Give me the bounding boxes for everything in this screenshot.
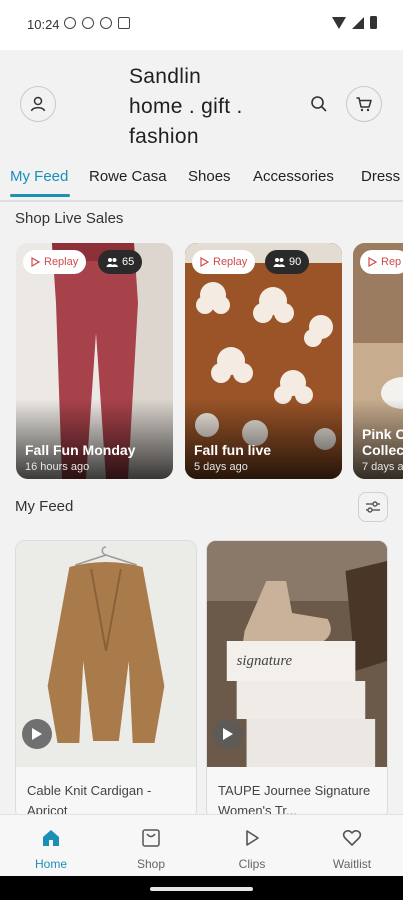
nav-waitlist-label: Waitlist xyxy=(332,857,372,871)
nav-clips[interactable]: Clips xyxy=(202,815,302,877)
store-name-line: home . gift . xyxy=(129,95,243,118)
play-outline-icon xyxy=(200,257,209,267)
nav-clips-label: Clips xyxy=(238,857,266,871)
notification-icon xyxy=(64,17,76,29)
tab-rowe-casa[interactable]: Rowe Casa xyxy=(89,168,167,185)
live-sale-time: 5 days ago xyxy=(194,461,248,473)
play-outline-icon xyxy=(368,257,377,267)
play-button[interactable] xyxy=(213,719,243,749)
sliders-icon xyxy=(366,501,380,513)
replay-label: Rep xyxy=(381,256,402,268)
live-sale-card[interactable]: Replay 65 Fall Fun Monday 16 hours ago xyxy=(16,243,173,479)
tab-my-feed[interactable]: My Feed xyxy=(10,168,68,185)
nav-home-label: Home xyxy=(34,857,67,871)
wifi-icon xyxy=(332,16,346,29)
header: Sandlin home . gift . fashion xyxy=(0,50,403,160)
live-sale-card[interactable]: Replay 90 Fall fun live 5 days ago xyxy=(185,243,342,479)
replay-badge: Replay xyxy=(23,250,87,274)
dnd-icon xyxy=(82,17,94,29)
viewer-count-badge: 90 xyxy=(265,250,310,274)
store-name: Sandlin home . gift . fashion xyxy=(129,62,289,152)
tab-accessories[interactable]: Accessories xyxy=(253,168,334,185)
svg-text:signature: signature xyxy=(237,653,293,669)
nav-home[interactable]: Home xyxy=(1,815,101,877)
live-sale-title-line: Pink C xyxy=(362,426,403,442)
cart-button[interactable] xyxy=(346,86,382,122)
tab-shoes[interactable]: Shoes xyxy=(188,168,231,185)
mic-icon xyxy=(100,17,112,29)
store-name-line: fashion xyxy=(129,125,199,148)
signal-icon xyxy=(352,16,364,29)
my-feed-title: My Feed xyxy=(15,498,74,515)
live-sale-title: Fall Fun Monday xyxy=(25,442,136,458)
play-outline-icon xyxy=(31,257,40,267)
status-notification-icons xyxy=(64,17,130,29)
store-name-line: Sandlin xyxy=(129,65,202,88)
viewer-count: 65 xyxy=(122,256,135,268)
tabs-divider xyxy=(0,200,403,202)
battery-icon xyxy=(370,16,377,29)
home-gesture-handle[interactable] xyxy=(150,887,253,891)
viewers-icon xyxy=(106,258,118,267)
live-sale-time: 7 days a xyxy=(362,461,403,473)
replay-label: Replay xyxy=(213,256,248,268)
heart-icon xyxy=(342,829,362,846)
product-card[interactable]: signature TAUPE Journee Signature Women'… xyxy=(206,540,388,820)
status-bar: 10:24 xyxy=(0,0,403,50)
viewers-icon xyxy=(273,258,285,267)
play-icon xyxy=(223,728,233,740)
tab-dress[interactable]: Dress xyxy=(361,168,400,185)
bottom-navigation: Home Shop Clips Waitlist xyxy=(0,814,403,877)
live-sale-title-line: Collec xyxy=(362,442,403,458)
product-card[interactable]: Cable Knit Cardigan - Apricot xyxy=(15,540,197,820)
category-tabs: My Feed Rowe Casa Shoes Accessories Dres… xyxy=(0,160,403,202)
viewer-count-badge: 65 xyxy=(98,250,143,274)
viewer-count: 90 xyxy=(289,256,302,268)
nav-shop[interactable]: Shop xyxy=(101,815,201,877)
filter-button[interactable] xyxy=(358,492,388,522)
live-sale-time: 16 hours ago xyxy=(25,461,90,473)
status-time: 10:24 xyxy=(27,17,60,32)
play-icon xyxy=(32,728,42,740)
profile-button[interactable] xyxy=(20,86,56,122)
live-sale-card[interactable]: Rep Pink C Collec 7 days a xyxy=(353,243,403,479)
home-icon xyxy=(43,830,59,846)
live-sale-title: Fall fun live xyxy=(194,442,272,458)
play-button[interactable] xyxy=(22,719,52,749)
nav-waitlist[interactable]: Waitlist xyxy=(302,815,402,877)
system-gesture-bar xyxy=(0,876,403,900)
nav-shop-label: Shop xyxy=(136,857,166,871)
live-sales-title: Shop Live Sales xyxy=(15,210,124,227)
replay-badge: Replay xyxy=(192,250,256,274)
user-icon xyxy=(30,96,46,112)
play-icon xyxy=(246,830,259,846)
shop-icon xyxy=(142,829,160,847)
search-icon xyxy=(311,96,327,112)
replay-label: Replay xyxy=(44,256,79,268)
cart-icon xyxy=(356,97,372,112)
app-icon xyxy=(118,17,130,29)
search-button[interactable] xyxy=(309,94,329,114)
active-tab-indicator xyxy=(10,194,70,197)
replay-badge: Rep xyxy=(360,250,403,274)
